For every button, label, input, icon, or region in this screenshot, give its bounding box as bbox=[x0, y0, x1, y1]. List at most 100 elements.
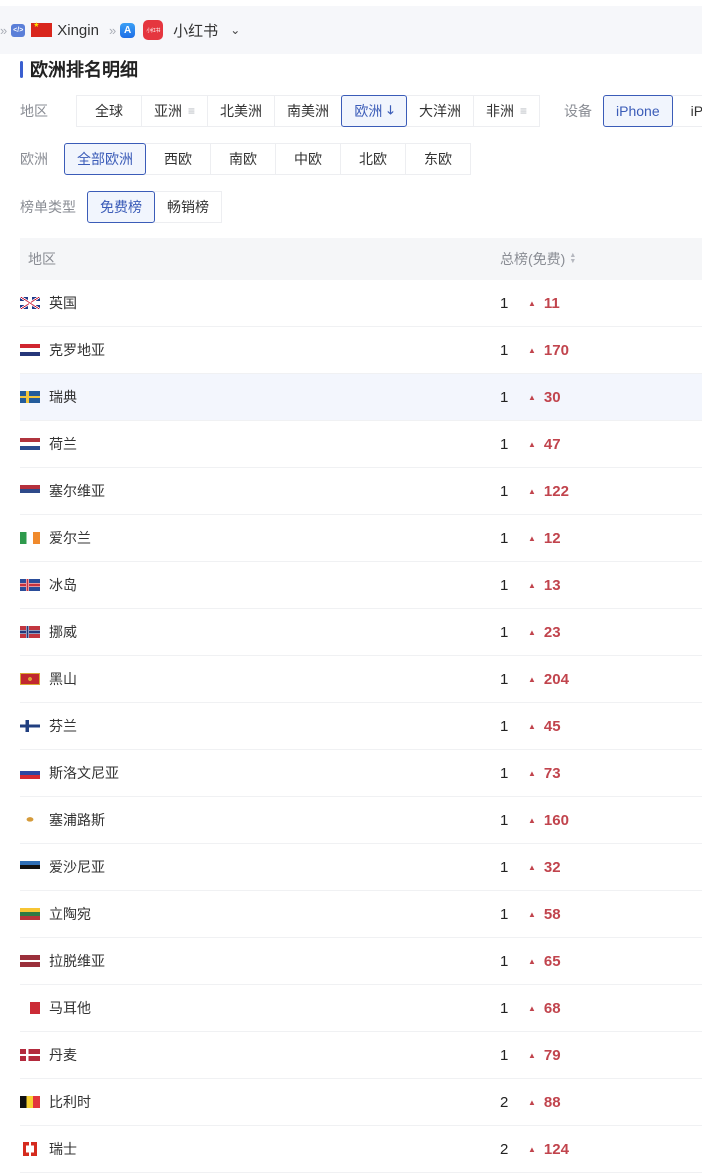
region-segmented-control: 全球 亚洲 ≡ 北美洲 南美洲 欧洲 🡓 大洋洲 非洲 ≡ bbox=[60, 95, 541, 127]
country-name: 英国 bbox=[49, 295, 77, 311]
ie-flag-icon bbox=[20, 532, 40, 544]
table-row[interactable]: 爱尔兰 1 ▲ 12 bbox=[20, 515, 702, 562]
option-label: 亚洲 bbox=[154, 103, 182, 119]
subregion-option-eastern[interactable]: 东欧 bbox=[405, 143, 471, 175]
chart-type-option-free[interactable]: 免费榜 bbox=[87, 191, 155, 223]
region-option-oceania[interactable]: 大洋洲 bbox=[406, 95, 475, 127]
table-header: 地区 总榜(免费) ▲ ▼ bbox=[20, 238, 702, 280]
country-name: 爱沙尼亚 bbox=[49, 859, 105, 875]
breadcrumb-app-name[interactable]: 小红书 bbox=[173, 20, 218, 41]
region-filter-label: 地区 bbox=[20, 103, 48, 119]
trend-up-icon: ▲ bbox=[528, 298, 536, 308]
country-name: 挪威 bbox=[49, 624, 77, 640]
rank-change: ▲ 11 bbox=[528, 295, 702, 312]
option-label: 东欧 bbox=[424, 151, 452, 167]
si-flag-icon bbox=[20, 767, 40, 779]
column-header-rank[interactable]: 总榜(免费) ▲ ▼ bbox=[500, 249, 702, 269]
region-option-asia[interactable]: 亚洲 ≡ bbox=[141, 95, 209, 127]
breadcrumb-developer[interactable]: Xingin bbox=[57, 22, 99, 39]
trend-up-icon: ▲ bbox=[528, 533, 536, 543]
rank-value: 1 bbox=[500, 670, 509, 688]
table-row[interactable]: 塞浦路斯 1 ▲ 160 bbox=[20, 797, 702, 844]
country-name: 立陶宛 bbox=[49, 906, 91, 922]
rank-change-value: 79 bbox=[543, 1046, 561, 1064]
cy-flag-icon bbox=[20, 814, 40, 826]
table-row[interactable]: 英国 1 ▲ 11 bbox=[20, 280, 702, 327]
region-option-europe[interactable]: 欧洲 🡓 bbox=[341, 95, 408, 127]
region-option-global[interactable]: 全球 bbox=[76, 95, 142, 127]
table-row[interactable]: 比利时 2 ▲ 88 bbox=[20, 1079, 702, 1126]
region-filter-row: 地区 全球 亚洲 ≡ 北美洲 南美洲 欧洲 🡓 大洋洲 非洲 ≡ 设备 iPho… bbox=[20, 95, 702, 127]
chevron-down-icon[interactable]: ⌄ bbox=[230, 23, 240, 37]
rank-change: ▲ 45 bbox=[528, 718, 702, 735]
rank-value: 2 bbox=[500, 1093, 509, 1111]
rank-value: 1 bbox=[500, 576, 509, 594]
me-flag-icon bbox=[20, 673, 40, 685]
trend-up-icon: ▲ bbox=[528, 580, 536, 590]
be-flag-icon bbox=[20, 1096, 40, 1108]
rank-change-value: 32 bbox=[543, 858, 561, 876]
rank-change: ▲ 32 bbox=[528, 859, 702, 876]
rank-value: 1 bbox=[500, 529, 509, 547]
table-row[interactable]: 拉脱维亚 1 ▲ 65 bbox=[20, 938, 702, 985]
table-row[interactable]: 芬兰 1 ▲ 45 bbox=[20, 703, 702, 750]
table-row[interactable]: 马耳他 1 ▲ 68 bbox=[20, 985, 702, 1032]
rank-value: 2 bbox=[500, 1140, 509, 1158]
option-label: iPhone bbox=[616, 103, 660, 119]
rank-value: 1 bbox=[500, 952, 509, 970]
table-row[interactable]: 爱沙尼亚 1 ▲ 32 bbox=[20, 844, 702, 891]
subregion-option-central[interactable]: 中欧 bbox=[275, 143, 341, 175]
rank-change: ▲ 23 bbox=[528, 624, 702, 641]
subregion-option-all-europe[interactable]: 全部欧洲 bbox=[64, 143, 146, 175]
trend-up-icon: ▲ bbox=[528, 768, 536, 778]
mt-flag-icon bbox=[20, 1002, 40, 1014]
region-option-south-america[interactable]: 南美洲 bbox=[274, 95, 343, 127]
rank-change: ▲ 73 bbox=[528, 765, 702, 782]
country-name: 黑山 bbox=[49, 671, 77, 687]
region-option-africa[interactable]: 非洲 ≡ bbox=[473, 95, 541, 127]
table-row[interactable]: 瑞典 1 ▲ 30 bbox=[20, 374, 702, 421]
option-label: 全球 bbox=[95, 103, 123, 119]
hr-flag-icon bbox=[20, 344, 40, 356]
trend-up-icon: ▲ bbox=[528, 1003, 536, 1013]
trend-up-icon: ▲ bbox=[528, 486, 536, 496]
table-row[interactable]: 塞尔维亚 1 ▲ 122 bbox=[20, 468, 702, 515]
table-row[interactable]: 黑山 1 ▲ 204 bbox=[20, 656, 702, 703]
menu-icon: ≡ bbox=[188, 104, 196, 118]
table-row[interactable]: 克罗地亚 1 ▲ 170 bbox=[20, 327, 702, 374]
table-row[interactable]: 冰岛 1 ▲ 13 bbox=[20, 562, 702, 609]
rank-change: ▲ 124 bbox=[528, 1141, 702, 1158]
table-row[interactable]: 荷兰 1 ▲ 47 bbox=[20, 421, 702, 468]
title-accent-bar bbox=[20, 60, 23, 78]
device-option-ipad[interactable]: iPad bbox=[671, 95, 702, 127]
rank-change-value: 68 bbox=[543, 999, 561, 1017]
table-row[interactable]: 斯洛文尼亚 1 ▲ 73 bbox=[20, 750, 702, 797]
sort-icon[interactable]: ▲ ▼ bbox=[569, 252, 576, 265]
subregion-option-western[interactable]: 西欧 bbox=[145, 143, 211, 175]
option-label: 南欧 bbox=[229, 151, 257, 167]
option-label: 北美洲 bbox=[220, 103, 263, 119]
rank-value: 1 bbox=[500, 341, 509, 359]
table-row[interactable]: 立陶宛 1 ▲ 58 bbox=[20, 891, 702, 938]
subregion-option-northern[interactable]: 北欧 bbox=[340, 143, 406, 175]
country-name: 塞浦路斯 bbox=[49, 812, 105, 828]
rank-change: ▲ 170 bbox=[528, 342, 702, 359]
subregion-option-southern[interactable]: 南欧 bbox=[210, 143, 276, 175]
trend-up-icon: ▲ bbox=[528, 1097, 536, 1107]
device-option-iphone[interactable]: iPhone bbox=[603, 95, 673, 127]
chart-type-segmented-control: 免费榜 畅销榜 bbox=[87, 191, 222, 223]
table-row[interactable]: 挪威 1 ▲ 23 bbox=[20, 609, 702, 656]
region-option-north-america[interactable]: 北美洲 bbox=[207, 95, 276, 127]
trend-up-icon: ▲ bbox=[528, 909, 536, 919]
arrow-down-icon: 🡓 bbox=[387, 102, 394, 117]
china-flag-icon bbox=[31, 21, 53, 37]
breadcrumb-separator-icon: » bbox=[108, 22, 116, 38]
rank-change: ▲ 160 bbox=[528, 812, 702, 829]
app-store-icon: A bbox=[120, 22, 136, 38]
table-row[interactable]: 丹麦 1 ▲ 79 bbox=[20, 1032, 702, 1079]
rank-change-value: 124 bbox=[543, 1140, 569, 1158]
rank-change-value: 13 bbox=[543, 576, 561, 594]
chart-type-option-grossing[interactable]: 畅销榜 bbox=[154, 191, 222, 223]
country-name: 马耳他 bbox=[49, 1000, 91, 1016]
column-header-region: 地区 bbox=[28, 251, 56, 267]
